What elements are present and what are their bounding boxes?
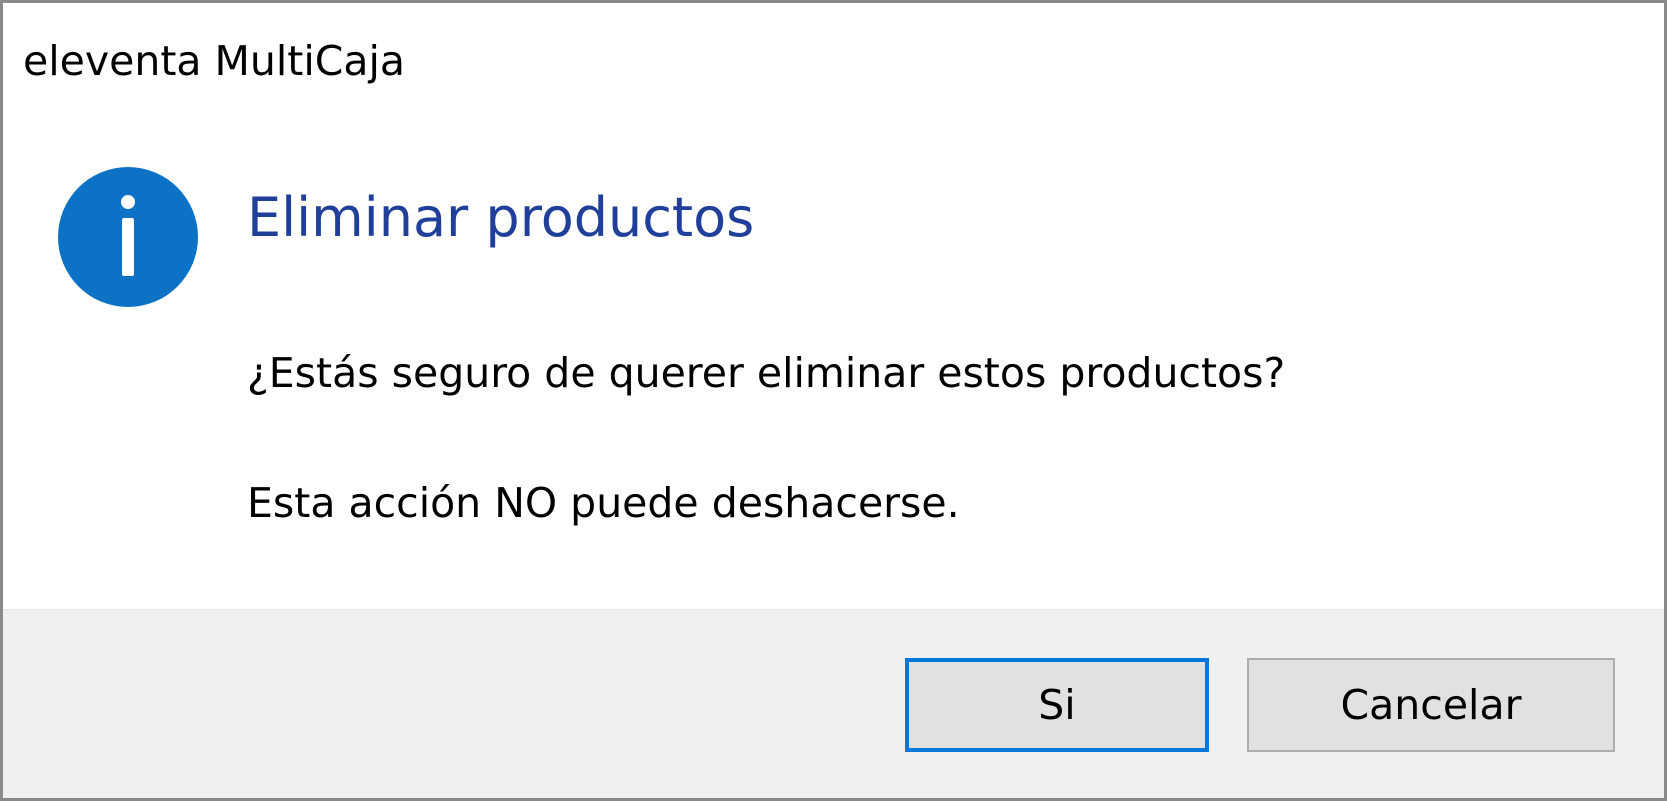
warning-message: Esta acción NO puede deshacerse. — [247, 479, 960, 527]
dialog-window: eleventa MultiCaja Eliminar productos ¿E… — [0, 0, 1667, 801]
dialog-content: Eliminar productos ¿Estás seguro de quer… — [3, 128, 1664, 609]
info-icon — [58, 167, 198, 307]
yes-button[interactable]: Si — [905, 658, 1209, 752]
title-bar[interactable]: eleventa MultiCaja — [3, 3, 1664, 128]
cancel-button[interactable]: Cancelar — [1247, 658, 1615, 752]
window-title: eleventa MultiCaja — [23, 37, 406, 85]
dialog-heading: Eliminar productos — [247, 186, 755, 249]
button-bar: Si Cancelar — [3, 609, 1664, 798]
confirm-message: ¿Estás seguro de querer eliminar estos p… — [247, 349, 1286, 397]
